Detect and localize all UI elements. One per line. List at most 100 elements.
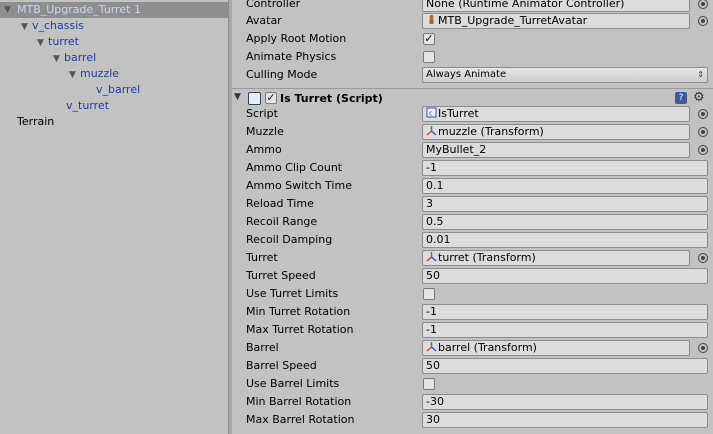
animate-physics-checkbox[interactable] [423, 51, 435, 63]
avatar-row: Avatar MTB_Upgrade_TurretAvatar [232, 12, 713, 30]
turret-speed-value: 50 [426, 269, 440, 282]
reload-time-input[interactable]: 3 [422, 196, 708, 212]
animate-physics-label: Animate Physics [246, 50, 337, 63]
min-barrel-rotation-label: Min Barrel Rotation [246, 395, 352, 408]
barrel-speed-value: 50 [426, 359, 440, 372]
max-barrel-rotation-input[interactable]: 30 [422, 412, 708, 428]
hierarchy-item-label: muzzle [80, 67, 120, 80]
object-picker-icon[interactable] [698, 343, 708, 353]
apply-root-motion-checkbox[interactable]: ✓ [423, 33, 435, 45]
hierarchy-item-terrain[interactable]: Terrain [17, 114, 54, 130]
ammo-clip-count-input[interactable]: -1 [422, 160, 708, 176]
hierarchy-item-v-turret[interactable]: v_turret [66, 98, 109, 114]
muzzle-field[interactable]: muzzle (Transform) [422, 124, 690, 140]
hierarchy-item-v-barrel[interactable]: v_barrel [96, 82, 140, 98]
recoil-damping-value: 0.01 [426, 233, 451, 246]
hierarchy-panel: ▼ MTB_Upgrade_Turret 1 ▼ v_chassis ▼ turre… [0, 0, 229, 434]
max-turret-rotation-input[interactable]: -1 [422, 322, 708, 338]
hierarchy-item-mtb-upgrade-turret[interactable]: ▼ MTB_Upgrade_Turret 1 [0, 2, 228, 18]
apply-root-motion-label: Apply Root Motion [246, 32, 347, 45]
recoil-damping-label: Recoil Damping [246, 233, 333, 246]
apply-root-motion-row: Apply Root Motion ✓ [232, 30, 713, 48]
hierarchy-item-label: turret [48, 35, 79, 48]
avatar-field[interactable]: MTB_Upgrade_TurretAvatar [422, 13, 690, 29]
muzzle-value: muzzle (Transform) [438, 125, 544, 138]
culling-mode-label: Culling Mode [246, 68, 318, 81]
collapse-arrow-icon[interactable]: ▼ [234, 92, 241, 102]
hierarchy-item-label: MTB_Upgrade_Turret 1 [17, 3, 141, 16]
recoil-range-row: Recoil Range 0.5 [232, 213, 713, 231]
transform-icon [426, 252, 437, 262]
barrel-speed-input[interactable]: 50 [422, 358, 708, 374]
recoil-range-label: Recoil Range [246, 215, 318, 228]
object-picker-icon[interactable] [698, 127, 708, 137]
script-label: Script [246, 107, 278, 120]
object-picker-icon[interactable] [698, 145, 708, 155]
reload-time-row: Reload Time 3 [232, 195, 713, 213]
hierarchy-item-label: v_barrel [96, 83, 141, 96]
expand-arrow-icon[interactable]: ▼ [21, 19, 32, 35]
hierarchy-item-barrel[interactable]: ▼ barrel [53, 50, 96, 66]
use-barrel-limits-checkbox[interactable] [423, 378, 435, 390]
barrel-field[interactable]: barrel (Transform) [422, 340, 690, 356]
expand-arrow-icon[interactable]: ▼ [4, 2, 15, 18]
min-barrel-rotation-input[interactable]: -30 [422, 394, 708, 410]
object-picker-icon[interactable] [698, 253, 708, 263]
controller-label: Controller [246, 0, 301, 10]
min-barrel-rotation-value: -30 [426, 395, 444, 408]
max-turret-rotation-label: Max Turret Rotation [246, 323, 354, 336]
dropdown-arrow-icon: ⇕ [697, 70, 704, 79]
turret-field[interactable]: turret (Transform) [422, 250, 690, 266]
script-icon [248, 92, 261, 105]
recoil-damping-input[interactable]: 0.01 [422, 232, 708, 248]
min-turret-rotation-row: Min Turret Rotation -1 [232, 303, 713, 321]
recoil-range-input[interactable]: 0.5 [422, 214, 708, 230]
barrel-row: Barrel barrel (Transform) [232, 339, 713, 357]
max-barrel-rotation-value: 30 [426, 413, 440, 426]
turret-value: turret (Transform) [438, 251, 536, 264]
turret-label: Turret [246, 251, 278, 264]
controller-field[interactable]: None (Runtime Animator Controller) [422, 0, 690, 12]
hierarchy-item-label: v_turret [66, 99, 109, 112]
use-turret-limits-checkbox[interactable] [423, 288, 435, 300]
ammo-clip-count-value: -1 [426, 161, 437, 174]
object-picker-icon[interactable] [698, 0, 708, 9]
culling-mode-dropdown[interactable]: Always Animate ⇕ [422, 67, 708, 83]
expand-arrow-icon[interactable]: ▼ [53, 51, 64, 67]
min-turret-rotation-input[interactable]: -1 [422, 304, 708, 320]
svg-text:c: c [429, 110, 433, 118]
component-enabled-checkbox[interactable]: ✓ [265, 92, 277, 104]
reload-time-value: 3 [426, 197, 433, 210]
hierarchy-item-turret[interactable]: ▼ turret [37, 34, 79, 50]
expand-arrow-icon[interactable]: ▼ [69, 67, 80, 83]
expand-arrow-icon[interactable]: ▼ [37, 35, 48, 51]
inspector-panel: Controller None (Runtime Animator Contro… [232, 0, 713, 434]
ammo-row: Ammo MyBullet_2 [232, 141, 713, 159]
ammo-switch-time-value: 0.1 [426, 179, 444, 192]
script-file-icon: c [426, 107, 437, 118]
avatar-icon [429, 15, 434, 24]
max-barrel-rotation-row: Max Barrel Rotation 30 [232, 411, 713, 429]
gear-icon[interactable]: ⚙ [693, 90, 705, 106]
hierarchy-item-v-chassis[interactable]: ▼ v_chassis [21, 18, 84, 34]
ammo-clip-count-label: Ammo Clip Count [246, 161, 343, 174]
muzzle-row: Muzzle muzzle (Transform) [232, 123, 713, 141]
object-picker-icon[interactable] [698, 109, 708, 119]
ammo-field[interactable]: MyBullet_2 [422, 142, 690, 158]
script-field[interactable]: c IsTurret [422, 106, 690, 122]
muzzle-label: Muzzle [246, 125, 284, 138]
barrel-label: Barrel [246, 341, 279, 354]
turret-speed-input[interactable]: 50 [422, 268, 708, 284]
object-picker-icon[interactable] [698, 16, 708, 26]
help-icon[interactable]: ? [675, 92, 687, 104]
ammo-switch-time-row: Ammo Switch Time 0.1 [232, 177, 713, 195]
barrel-value: barrel (Transform) [438, 341, 537, 354]
max-barrel-rotation-label: Max Barrel Rotation [246, 413, 355, 426]
hierarchy-item-muzzle[interactable]: ▼ muzzle [69, 66, 119, 82]
hierarchy-item-label: v_chassis [32, 19, 85, 32]
ammo-label: Ammo [246, 143, 282, 156]
use-barrel-limits-row: Use Barrel Limits [232, 375, 713, 393]
script-value: IsTurret [438, 107, 479, 120]
ammo-value: MyBullet_2 [426, 143, 487, 156]
ammo-switch-time-input[interactable]: 0.1 [422, 178, 708, 194]
